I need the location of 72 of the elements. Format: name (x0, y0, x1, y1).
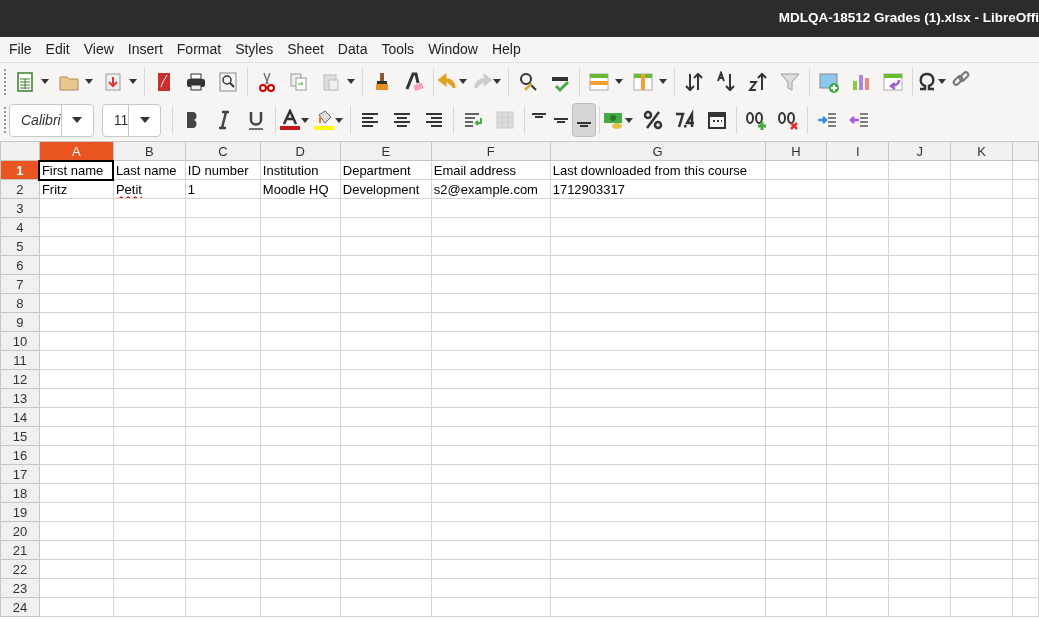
column-header[interactable]: I (826, 141, 889, 161)
dropdown-arrow-icon[interactable] (72, 117, 83, 123)
column-header[interactable]: E (340, 141, 432, 161)
column-header[interactable]: J (888, 141, 951, 161)
column-header[interactable]: F (431, 141, 551, 161)
dropdown-arrow-icon[interactable] (139, 117, 150, 123)
menu-item[interactable]: Sheet (280, 39, 331, 60)
dropdown-arrow-icon[interactable] (615, 79, 623, 84)
table-cell: Department (340, 160, 432, 180)
calendar-icon[interactable] (706, 109, 729, 131)
table-cell: Last downloaded from this course (550, 160, 766, 180)
table-cell: Institution (260, 160, 341, 180)
merge-cells-icon[interactable] (494, 109, 517, 131)
table-cell: Petit (113, 179, 186, 199)
dropdown-arrow-icon[interactable] (129, 79, 137, 84)
table-cell: Last name (113, 160, 186, 180)
dropdown-arrow-icon[interactable] (459, 79, 467, 84)
save-icon[interactable] (102, 70, 124, 93)
dropdown-arrow-icon[interactable] (41, 79, 49, 84)
delete-decimal-icon[interactable] (777, 109, 800, 131)
sort-icon[interactable] (683, 70, 705, 93)
menu-item[interactable]: File (2, 39, 39, 60)
scissors-icon[interactable] (256, 70, 278, 93)
column-header[interactable]: C (185, 141, 261, 161)
menu-item[interactable]: Styles (228, 39, 281, 60)
highlight-icon[interactable] (313, 109, 336, 131)
menu-item[interactable]: View (76, 39, 121, 60)
find-replace-icon[interactable] (517, 70, 539, 93)
menu-item[interactable]: Insert (120, 39, 170, 60)
column-header[interactable]: H (765, 141, 827, 161)
dropdown-arrow-icon[interactable] (659, 79, 667, 84)
printer-icon[interactable] (185, 70, 207, 93)
table-cell: Moodle HQ (260, 179, 341, 199)
dropdown-arrow-icon[interactable] (347, 79, 355, 84)
menu-item[interactable]: Window (421, 39, 485, 60)
table-cell: Development (340, 179, 432, 199)
table-cell: ID number (185, 160, 261, 180)
sort-descending-icon[interactable] (747, 70, 769, 93)
menu-item[interactable]: Tools (374, 39, 422, 60)
sort-ascending-icon[interactable] (715, 70, 737, 93)
combo-box[interactable]: 11 (101, 103, 162, 137)
table-cell: 1 (185, 179, 261, 199)
menu-item[interactable]: Format (169, 39, 229, 60)
table-cell: Fritz (39, 179, 114, 199)
table-cell: 1712903317 (550, 179, 766, 199)
dropdown-arrow-icon[interactable] (938, 79, 946, 84)
column-header[interactable]: D (260, 141, 341, 161)
combo-box[interactable]: Calibri (9, 103, 94, 137)
dropdown-arrow-icon[interactable] (85, 79, 93, 84)
column-header[interactable]: G (550, 141, 766, 161)
spreadsheet-icon[interactable] (14, 70, 36, 93)
dropdown-arrow-icon[interactable] (625, 117, 634, 123)
window-title: MDLQA-18512 Grades (1).xlsx - LibreOffi (778, 9, 1039, 28)
menu-item[interactable]: Data (330, 39, 375, 60)
pivot-table-icon[interactable] (882, 70, 904, 93)
table-cell: s2@example.com (431, 179, 551, 199)
magnifier-icon[interactable] (217, 70, 239, 93)
column-header[interactable]: K (950, 141, 1013, 161)
dropdown-arrow-icon[interactable] (493, 79, 501, 84)
percent-icon[interactable] (642, 109, 665, 131)
table-cell: Email address (431, 160, 551, 180)
menu-item[interactable]: Edit (38, 39, 77, 60)
image-icon[interactable] (818, 70, 840, 93)
font-color-icon[interactable] (279, 109, 302, 131)
column-header[interactable]: B (113, 141, 186, 161)
add-decimal-icon[interactable] (745, 109, 768, 131)
table-cell: First name (39, 160, 114, 180)
number-format-icon[interactable] (674, 109, 697, 131)
dropdown-arrow-icon[interactable] (335, 117, 344, 123)
menu-item[interactable]: Help (484, 39, 528, 60)
column-header[interactable]: A (39, 141, 114, 161)
dropdown-arrow-icon[interactable] (301, 117, 310, 123)
